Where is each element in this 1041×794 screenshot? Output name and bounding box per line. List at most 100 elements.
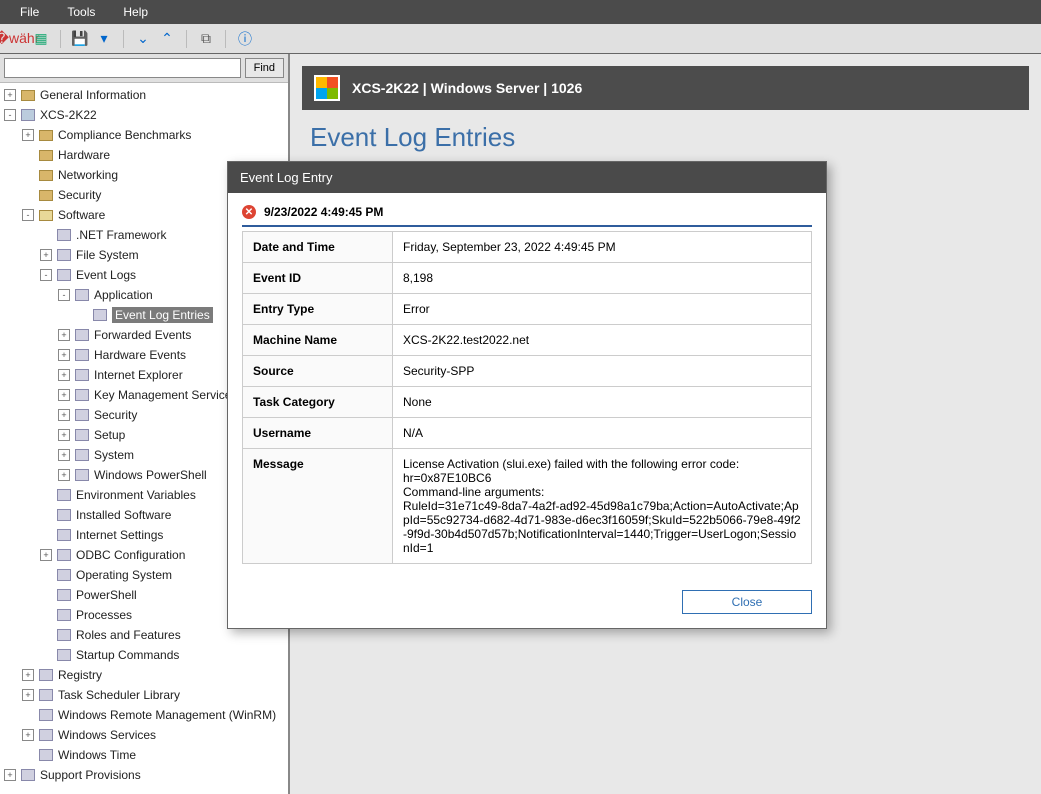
menu-item-tools[interactable]: Tools	[53, 3, 109, 21]
tree-item-label: PowerShell	[76, 588, 137, 602]
tree-item[interactable]: + Support Provisions	[0, 765, 288, 785]
tree-item-label: Roles and Features	[76, 628, 181, 642]
expand-icon[interactable]: +	[22, 729, 34, 741]
tree-item-label: .NET Framework	[76, 228, 166, 242]
folder-open-icon	[38, 208, 54, 222]
tree-item-label: Support Provisions	[40, 768, 141, 782]
expand-icon[interactable]: ⌄	[134, 30, 152, 48]
expand-icon[interactable]: +	[58, 429, 70, 441]
tree-item-label: Event Logs	[76, 268, 136, 282]
collapse-icon[interactable]: -	[58, 289, 70, 301]
detail-value: Security-SPP	[393, 356, 812, 387]
detail-key: Machine Name	[243, 325, 393, 356]
detail-key: Source	[243, 356, 393, 387]
tree-item[interactable]: + Registry	[0, 665, 288, 685]
item-icon	[74, 428, 90, 442]
windows-logo-icon	[314, 75, 340, 101]
expand-icon[interactable]: +	[4, 769, 16, 781]
detail-value: Error	[393, 294, 812, 325]
tree-item[interactable]: Windows Time	[0, 745, 288, 765]
dialog-timestamp: 9/23/2022 4:49:45 PM	[264, 205, 383, 219]
tree-item-label: Hardware	[58, 148, 110, 162]
tree-item-label: Forwarded Events	[94, 328, 191, 342]
tree-item[interactable]: -XCS-2K22	[0, 105, 288, 125]
tree-item-label: Startup Commands	[76, 648, 179, 662]
item-icon	[56, 228, 72, 242]
detail-value: None	[393, 387, 812, 418]
dialog-details-table: Date and TimeFriday, September 23, 2022 …	[242, 231, 812, 564]
item-icon	[56, 568, 72, 582]
expand-icon[interactable]: +	[58, 369, 70, 381]
expand-icon[interactable]: +	[4, 89, 16, 101]
pdf-icon[interactable]: �währ	[8, 30, 26, 48]
save-icon[interactable]: 💾	[71, 30, 89, 48]
tree-item-label: Windows PowerShell	[94, 468, 207, 482]
folder-icon	[20, 88, 36, 102]
collapse-icon[interactable]: -	[4, 109, 16, 121]
expand-icon[interactable]: +	[58, 449, 70, 461]
expand-icon[interactable]: +	[22, 129, 34, 141]
detail-value: N/A	[393, 418, 812, 449]
item-icon	[38, 708, 54, 722]
help-icon[interactable]: ⓘ	[236, 30, 254, 48]
tree-item[interactable]: +Compliance Benchmarks	[0, 125, 288, 145]
item-icon	[74, 388, 90, 402]
collapse-icon[interactable]: -	[40, 269, 52, 281]
tree-item-label: Processes	[76, 608, 132, 622]
tree-item-label: System	[94, 448, 134, 462]
detail-value: 8,198	[393, 263, 812, 294]
item-icon	[20, 768, 36, 782]
banner: XCS-2K22 | Windows Server | 1026	[302, 66, 1029, 110]
tree-item-label: General Information	[40, 88, 146, 102]
menubar: FileToolsHelp	[0, 0, 1041, 24]
server-icon	[20, 108, 36, 122]
tree-item-label: Internet Explorer	[94, 368, 183, 382]
banner-title: XCS-2K22 | Windows Server | 1026	[352, 80, 582, 96]
item-icon	[74, 448, 90, 462]
item-icon	[92, 308, 108, 322]
item-icon	[56, 248, 72, 262]
tree-item-label: Windows Services	[58, 728, 156, 742]
copy-icon[interactable]: ⧉	[197, 30, 215, 48]
folder-icon	[38, 128, 54, 142]
expand-icon[interactable]: +	[58, 389, 70, 401]
expand-icon[interactable]: +	[40, 249, 52, 261]
event-log-entry-dialog: Event Log Entry ✕ 9/23/2022 4:49:45 PM D…	[227, 161, 827, 629]
tree-item-label: Application	[94, 288, 153, 302]
item-icon	[56, 528, 72, 542]
expand-icon[interactable]: +	[58, 349, 70, 361]
tree-item[interactable]: +Task Scheduler Library	[0, 685, 288, 705]
item-icon	[74, 348, 90, 362]
collapse-icon[interactable]: -	[22, 209, 34, 221]
expand-icon[interactable]: +	[22, 669, 34, 681]
expand-icon[interactable]: +	[40, 549, 52, 561]
tree-item[interactable]: Startup Commands	[0, 645, 288, 665]
expand-icon[interactable]: +	[58, 469, 70, 481]
collapse-icon[interactable]: ⌃	[158, 30, 176, 48]
tree-item-label: Windows Remote Management (WinRM)	[58, 708, 276, 722]
item-icon	[38, 748, 54, 762]
dialog-timestamp-row: ✕ 9/23/2022 4:49:45 PM	[242, 205, 812, 227]
find-button[interactable]: Find	[245, 58, 284, 78]
tree-item-label: Event Log Entries	[112, 307, 213, 323]
dropdown-icon[interactable]: ▾	[95, 30, 113, 48]
expand-icon[interactable]: +	[22, 689, 34, 701]
tree-item-label: Windows Time	[58, 748, 136, 762]
expand-icon[interactable]: +	[58, 409, 70, 421]
item-icon	[56, 508, 72, 522]
search-input[interactable]	[4, 58, 241, 78]
item-icon	[56, 648, 72, 662]
close-button[interactable]: Close	[682, 590, 812, 614]
expand-icon[interactable]: +	[58, 329, 70, 341]
tree-item[interactable]: + Windows Services	[0, 725, 288, 745]
item-icon	[56, 268, 72, 282]
error-icon: ✕	[242, 205, 256, 219]
tree-item-label: Registry	[58, 668, 102, 682]
tree-item[interactable]: + General Information	[0, 85, 288, 105]
item-icon	[74, 328, 90, 342]
tree-item-label: Security	[58, 188, 101, 202]
tree-item[interactable]: Windows Remote Management (WinRM)	[0, 705, 288, 725]
excel-icon[interactable]: ▦	[32, 30, 50, 48]
menu-item-help[interactable]: Help	[109, 3, 162, 21]
menu-item-file[interactable]: File	[6, 3, 53, 21]
